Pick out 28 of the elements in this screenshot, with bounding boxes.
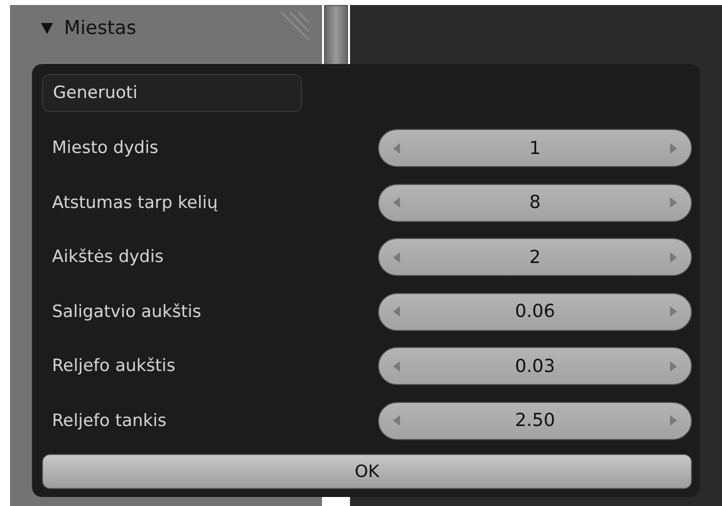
left-arrow-icon[interactable] [393,306,400,317]
right-arrow-icon[interactable] [670,415,677,426]
right-arrow-icon[interactable] [670,306,677,317]
right-arrow-icon[interactable] [670,142,677,154]
field-label: Saligatvio aukštis [51,302,202,322]
number-field[interactable]: 1 [378,129,692,167]
ok-button[interactable]: OK [42,454,692,489]
field-label: Aikštės dydis [51,247,165,267]
right-arrow-icon[interactable] [670,360,677,372]
number-field[interactable]: 0.06 [378,292,692,330]
number-field[interactable]: 8 [378,184,692,222]
left-arrow-icon[interactable] [393,415,400,426]
panel-header[interactable]: Miestas [64,16,136,38]
field-label: Reljefo tankis [51,410,168,430]
generate-button[interactable]: Generuoti [42,74,302,112]
number-field[interactable]: 2 [378,238,692,276]
field-label: Miesto dydis [51,138,160,158]
left-arrow-icon[interactable] [393,142,400,154]
number-field[interactable]: 0.03 [378,347,692,385]
number-field[interactable]: 2.50 [378,402,692,440]
right-arrow-icon[interactable] [670,197,677,208]
left-arrow-icon[interactable] [393,252,400,262]
field-label: Reljefo aukštis [51,356,176,376]
right-arrow-icon[interactable] [670,252,677,262]
field-label: Atstumas tarp kelių [51,192,219,212]
left-arrow-icon[interactable] [393,360,400,372]
triangle-down-icon[interactable] [40,20,54,34]
left-arrow-icon[interactable] [393,197,400,208]
